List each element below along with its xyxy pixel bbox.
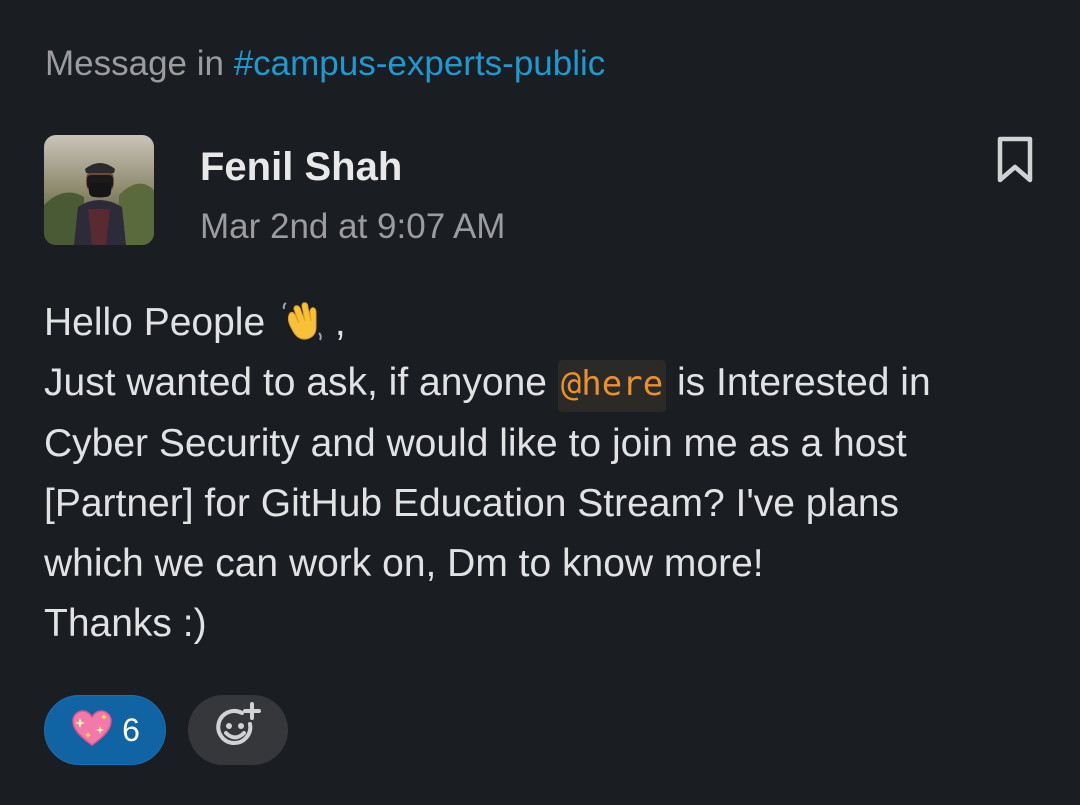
message-line: which we can work on, Dm to know more! [44,542,764,585]
message-body: Hello People , Just wanted to ask, if an… [44,293,1044,654]
message-text: is Interested in [666,361,931,404]
message-line: Just wanted to ask, if anyone @here is I… [44,353,1044,414]
message-line: Cyber Security and would like to join me… [44,422,907,465]
add-reaction-button[interactable] [188,695,288,765]
reaction-sparkling-heart-button[interactable]: 6 [44,695,166,765]
sparkling-heart-icon [70,708,114,753]
message-context-header: Message in #campus-experts-public [45,44,605,84]
message-line: [Partner] for GitHub Education Stream? I… [44,482,900,525]
message-line: Hello People , [44,293,1044,353]
header-prefix: Message in [45,44,234,83]
avatar[interactable] [44,135,154,245]
bookmark-icon[interactable] [990,134,1040,186]
reaction-count: 6 [122,711,140,748]
message-timestamp: Mar 2nd at 9:07 AM [200,207,506,246]
reaction-bar: 6 [44,695,288,765]
avatar-image [44,135,154,245]
message-line: Thanks :) [44,602,207,645]
waving-hand-emoji-icon [280,299,324,343]
channel-link[interactable]: #campus-experts-public [234,44,606,83]
author-name[interactable]: Fenil Shah [200,145,402,190]
add-emoji-icon [212,701,264,759]
message-text: Hello People [44,301,266,344]
message-text: , [324,301,346,344]
message-text: Just wanted to ask, if anyone [44,361,558,404]
here-mention[interactable]: @here [557,360,667,412]
